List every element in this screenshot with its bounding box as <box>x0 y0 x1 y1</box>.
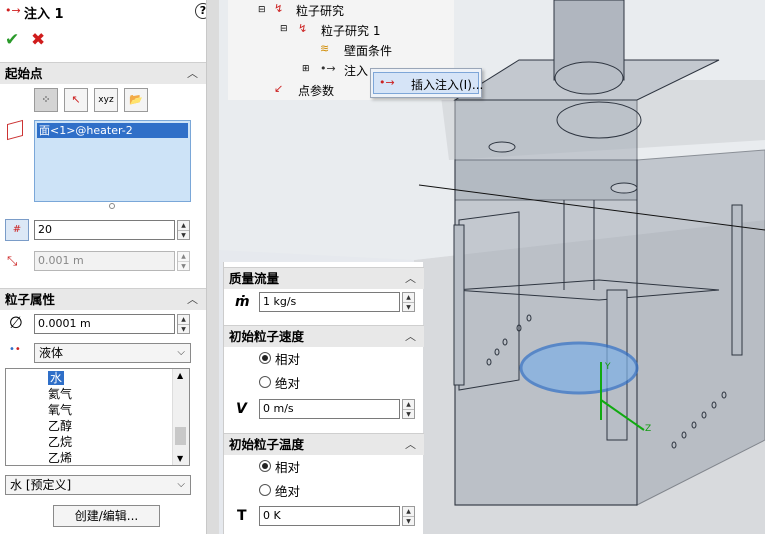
cancel-button[interactable]: ✖ <box>31 30 45 50</box>
diameter-input[interactable]: 0.0001 m <box>34 314 175 334</box>
material-list-item-label: 乙烷 <box>48 435 73 449</box>
insert-injection-label: 插入注入(I)... <box>411 78 484 92</box>
point-params-icon: ↙ <box>274 82 284 95</box>
material-select-value: 水 [预定义] <box>10 478 72 492</box>
temperature-input[interactable]: 0 K <box>259 506 400 526</box>
material-list-item[interactable]: 水 <box>6 370 174 386</box>
list-scrollbar[interactable]: ▲ ▼ <box>172 369 189 465</box>
flow-params-panel: 质量流量 ︿ ṁ 1 kg/s ▲ ▼ 初始粒子速度 ︿ 相对 绝对 V 0 m/… <box>223 262 424 534</box>
ok-button[interactable]: ✔ <box>5 30 19 50</box>
material-list-item[interactable]: 氦气 <box>6 386 174 402</box>
temperature-absolute-label: 绝对 <box>275 484 301 499</box>
axis-label-y: Y <box>605 362 611 372</box>
spacing-input[interactable]: 0.001 m <box>34 251 175 271</box>
velocity-header-label: 初始粒子速度 <box>229 329 305 344</box>
velocity-header[interactable]: 初始粒子速度 ︿ <box>224 325 424 347</box>
collapse-icon: ︿ <box>405 438 416 451</box>
material-list-item[interactable]: 乙烷 <box>6 434 174 450</box>
insert-injection-icon: •→ <box>379 76 395 89</box>
velocity-relative-radio[interactable] <box>259 352 271 364</box>
collapse-icon: ︿ <box>187 67 198 80</box>
phase-select-value: 液体 <box>39 346 64 360</box>
tree-item-wall-condition[interactable]: 壁面条件 <box>344 42 392 59</box>
open-file-button[interactable]: 📂 <box>124 88 148 112</box>
count-input[interactable]: 20 <box>34 220 175 240</box>
phase-icon: •• <box>9 344 21 355</box>
tree-item-injection[interactable]: 注入 <box>344 62 368 79</box>
temperature-relative-label: 相对 <box>275 460 301 475</box>
mass-flow-header-label: 质量流量 <box>229 271 280 286</box>
chevron-down-icon: ⌵ <box>177 347 185 358</box>
material-list-item[interactable]: 氧气 <box>6 402 174 418</box>
particle-study-icon: ↯ <box>274 2 284 15</box>
temperature-absolute-radio[interactable] <box>259 484 271 496</box>
insert-injection-menu-item[interactable]: •→ 插入注入(I)... <box>373 72 483 94</box>
material-list-item-label: 氦气 <box>48 387 73 401</box>
context-menu: •→ 插入注入(I)... <box>370 68 483 98</box>
mass-flow-input[interactable]: 1 kg/s <box>259 292 400 312</box>
select-point-button[interactable]: ↖ <box>64 88 88 112</box>
temperature-relative-radio[interactable] <box>259 460 271 472</box>
collapse-icon: ︿ <box>405 272 416 285</box>
temperature-header[interactable]: 初始粒子温度 ︿ <box>224 433 424 455</box>
velocity-absolute-radio[interactable] <box>259 376 271 388</box>
scroll-thumb[interactable] <box>175 427 186 445</box>
velocity-input[interactable]: 0 m/s <box>259 399 400 419</box>
velocity-relative-label: 相对 <box>275 352 301 367</box>
point-pattern-button[interactable]: ⁘ <box>34 88 58 112</box>
material-select[interactable]: 水 [预定义] ⌵ <box>5 475 191 495</box>
axis-label-z: Z <box>645 424 652 434</box>
property-manager: •→ 注入 1 ? ✔ ✖ 起始点 ︿ ⁘ ↖ xyz 📂 面<1>@heate… <box>0 0 211 534</box>
wall-condition-icon: ≋ <box>320 42 330 55</box>
count-icon: # <box>5 219 29 241</box>
material-list-item[interactable]: 乙醇 <box>6 418 174 434</box>
start-point-header[interactable]: 起始点 ︿ <box>0 62 206 84</box>
mass-flow-header[interactable]: 质量流量 ︿ <box>224 267 424 289</box>
diameter-icon: ∅ <box>9 313 23 332</box>
resize-handle[interactable] <box>109 203 115 209</box>
spacing-icon: ⤡ <box>7 254 18 269</box>
inject-feature-icon: •→ <box>5 4 21 17</box>
velocity-absolute-label: 绝对 <box>275 376 301 391</box>
feature-title: 注入 1 <box>24 7 64 22</box>
tree-item-point-params[interactable]: 点参数 <box>298 82 334 99</box>
spacing-spinner[interactable]: ▲ ▼ <box>177 251 190 271</box>
particle-props-header-label: 粒子属性 <box>5 292 56 307</box>
velocity-symbol: V <box>236 401 247 417</box>
material-list-item-label: 水 <box>48 371 65 385</box>
material-list-items: 水氦气氧气乙醇乙烷乙烯 <box>6 370 174 465</box>
tree-expand-icon[interactable]: ⊞ <box>302 64 310 74</box>
temperature-symbol: T <box>237 508 247 524</box>
material-list-item[interactable]: 乙烯 <box>6 450 174 465</box>
start-point-header-label: 起始点 <box>5 66 43 81</box>
tree-expand-icon[interactable]: ⊟ <box>280 24 288 34</box>
face-item[interactable]: 面<1>@heater-2 <box>37 123 188 138</box>
temperature-spinner[interactable]: ▲ ▼ <box>402 506 415 526</box>
collapse-icon: ︿ <box>187 293 198 306</box>
tree-item-particle-study-1[interactable]: 粒子研究 1 <box>321 22 380 39</box>
material-list[interactable]: 水氦气氧气乙醇乙烷乙烯 ▲ ▼ <box>5 368 190 466</box>
particle-study-1-icon: ↯ <box>298 22 308 35</box>
tree-expand-icon[interactable]: ⊟ <box>258 5 266 15</box>
count-spinner[interactable]: ▲ ▼ <box>177 220 190 240</box>
material-list-item-label: 氧气 <box>48 403 73 417</box>
temperature-header-label: 初始粒子温度 <box>229 437 305 452</box>
mass-flow-symbol: ṁ <box>235 294 250 310</box>
xyz-coordinates-button[interactable]: xyz <box>94 88 118 112</box>
chevron-down-icon: ⌵ <box>177 479 185 490</box>
material-list-item-label: 乙醇 <box>48 419 73 433</box>
diameter-spinner[interactable]: ▲ ▼ <box>177 314 190 334</box>
particle-props-header[interactable]: 粒子属性 ︿ <box>0 288 206 310</box>
material-list-item-label: 乙烯 <box>48 451 73 465</box>
face-selection-box[interactable]: 面<1>@heater-2 <box>34 120 191 202</box>
panel-scrollbar[interactable] <box>206 0 219 534</box>
mass-flow-spinner[interactable]: ▲ ▼ <box>402 292 415 312</box>
tree-item-particle-study[interactable]: 粒子研究 <box>296 2 344 19</box>
velocity-spinner[interactable]: ▲ ▼ <box>402 399 415 419</box>
injection-icon: •→ <box>320 62 336 75</box>
create-edit-button[interactable]: 创建/编辑... <box>53 505 160 527</box>
collapse-icon: ︿ <box>405 330 416 343</box>
phase-select[interactable]: 液体 ⌵ <box>34 343 191 363</box>
face-selection-icon <box>7 119 23 141</box>
